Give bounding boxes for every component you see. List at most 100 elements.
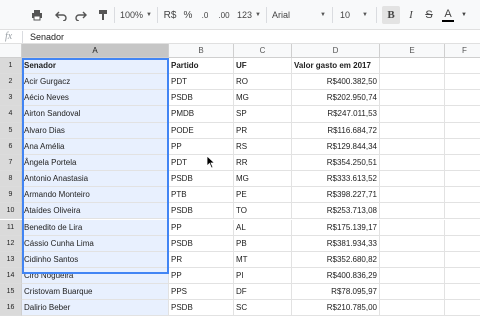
empty-cell[interactable]	[380, 171, 445, 188]
cell-senador[interactable]: Airton Sandoval	[22, 106, 169, 123]
empty-cell[interactable]	[380, 154, 445, 172]
cell-partido[interactable]: PTB	[169, 187, 234, 204]
empty-cell[interactable]	[380, 251, 445, 268]
cell-senador[interactable]: Antonio Anastasia	[22, 171, 169, 188]
more-formats-select[interactable]: 123 ▼	[236, 6, 262, 24]
row-header[interactable]: 4	[0, 106, 22, 123]
empty-cell[interactable]	[445, 90, 480, 107]
row-header[interactable]: 5	[0, 122, 22, 139]
row-header[interactable]: 12	[0, 235, 22, 252]
empty-cell[interactable]	[445, 220, 480, 236]
cell-uf[interactable]: RS	[234, 138, 292, 155]
cell-valor[interactable]: R$116.684,72	[292, 122, 380, 139]
empty-cell[interactable]	[445, 268, 480, 285]
empty-cell[interactable]	[380, 187, 445, 204]
undo-button[interactable]	[52, 6, 70, 24]
cell-valor[interactable]: R$398.227,71	[292, 187, 380, 204]
cell-senador[interactable]: Aécio Neves	[22, 90, 169, 107]
column-header-d[interactable]: D	[292, 44, 380, 58]
redo-button[interactable]	[72, 6, 90, 24]
empty-cell[interactable]	[445, 171, 480, 188]
column-header-c[interactable]: C	[234, 44, 292, 58]
empty-cell[interactable]	[380, 284, 445, 301]
cell-uf[interactable]: PB	[234, 235, 292, 252]
row-header[interactable]: 14	[0, 267, 22, 285]
column-header-f[interactable]: F	[445, 44, 480, 58]
header-cell-senador[interactable]: Senador	[22, 58, 169, 75]
column-header-b[interactable]: B	[169, 44, 234, 58]
empty-cell[interactable]	[445, 203, 480, 220]
cell-uf[interactable]: TO	[234, 203, 292, 220]
cell-uf[interactable]: PR	[234, 122, 292, 139]
cell-partido[interactable]: PSDB	[169, 203, 234, 220]
strikethrough-button[interactable]: S	[421, 6, 437, 24]
print-button[interactable]	[28, 6, 46, 24]
empty-cell[interactable]	[445, 300, 480, 316]
empty-cell[interactable]	[380, 235, 445, 252]
row-header[interactable]: 6	[0, 138, 22, 155]
cell-uf[interactable]: PI	[234, 267, 292, 285]
header-cell-valor[interactable]: Valor gasto em 2017	[292, 58, 380, 75]
cell-uf[interactable]: SC	[234, 300, 292, 316]
cell-valor[interactable]: R$400.836,29	[292, 267, 380, 285]
row-header[interactable]: 2	[0, 74, 22, 91]
cell-senador[interactable]: Alvaro Dias	[22, 122, 169, 139]
cell-valor[interactable]: R$175.139,17	[292, 219, 380, 236]
text-color-dropdown[interactable]: ▼	[458, 6, 470, 24]
cell-valor[interactable]: R$129.844,34	[292, 138, 380, 155]
empty-cell[interactable]	[445, 155, 480, 172]
column-header-e[interactable]: E	[380, 44, 445, 58]
cell-senador[interactable]: Cássio Cunha Lima	[22, 235, 169, 252]
empty-cell[interactable]	[380, 58, 445, 75]
cell-valor[interactable]: R$202.950,74	[292, 90, 380, 107]
empty-cell[interactable]	[445, 187, 480, 204]
cell-uf[interactable]: PE	[234, 187, 292, 204]
cell-partido[interactable]: PP	[169, 267, 234, 285]
cell-partido[interactable]: PDT	[169, 74, 234, 91]
cell-partido[interactable]: PMDB	[169, 106, 234, 123]
cell-uf[interactable]: DF	[234, 284, 292, 301]
cell-valor[interactable]: R$210.785,00	[292, 300, 380, 316]
empty-cell[interactable]	[445, 106, 480, 123]
empty-cell[interactable]	[380, 203, 445, 220]
cell-uf[interactable]: MG	[234, 90, 292, 107]
cell-valor[interactable]: R$400.382,50	[292, 74, 380, 91]
header-cell-uf[interactable]: UF	[234, 58, 292, 75]
cell-senador[interactable]: Dalirio Beber	[22, 300, 169, 316]
cell-partido[interactable]: PSDB	[169, 300, 234, 316]
cell-partido[interactable]: PSDB	[169, 90, 234, 107]
cell-valor[interactable]: R$381.934,33	[292, 235, 380, 252]
cell-valor[interactable]: R$247.011,53	[292, 106, 380, 123]
row-header[interactable]: 3	[0, 90, 22, 107]
cell-partido[interactable]: PSDB	[169, 171, 234, 188]
cell-senador[interactable]: Cidinho Santos	[22, 251, 169, 268]
paint-format-button[interactable]	[94, 6, 112, 24]
row-header[interactable]: 1	[0, 58, 22, 75]
cell-senador[interactable]: Ciro Nogueira	[22, 267, 169, 285]
row-header[interactable]: 13	[0, 251, 22, 268]
cell-senador[interactable]: Ataídes Oliveira	[22, 203, 169, 220]
cell-partido[interactable]: PPS	[169, 284, 234, 301]
row-header[interactable]: 16	[0, 300, 22, 316]
cell-valor[interactable]: R$352.680,82	[292, 251, 380, 268]
cell-senador[interactable]: Armando Monteiro	[22, 187, 169, 204]
empty-cell[interactable]	[380, 219, 445, 236]
cell-uf[interactable]: MG	[234, 171, 292, 188]
empty-cell[interactable]	[445, 284, 480, 301]
row-header[interactable]: 15	[0, 284, 22, 301]
cell-senador[interactable]: Ângela Portela	[22, 154, 169, 172]
cell-partido[interactable]: PDT	[169, 154, 234, 172]
empty-cell[interactable]	[445, 236, 480, 252]
row-header[interactable]: 9	[0, 187, 22, 204]
cell-valor[interactable]: R$253.713,08	[292, 203, 380, 220]
cell-senador[interactable]: Cristovam Buarque	[22, 284, 169, 301]
empty-cell[interactable]	[380, 122, 445, 139]
cell-valor[interactable]: R$78.095,97	[292, 284, 380, 301]
increase-decimals-button[interactable]: .00	[214, 6, 234, 24]
cell-uf[interactable]: RO	[234, 74, 292, 91]
font-select[interactable]: Arial ▼	[270, 6, 328, 24]
select-all-corner[interactable]	[0, 44, 22, 58]
formula-input[interactable]: Senador	[30, 30, 64, 44]
cell-partido[interactable]: PSDB	[169, 235, 234, 252]
cell-uf[interactable]: AL	[234, 219, 292, 236]
